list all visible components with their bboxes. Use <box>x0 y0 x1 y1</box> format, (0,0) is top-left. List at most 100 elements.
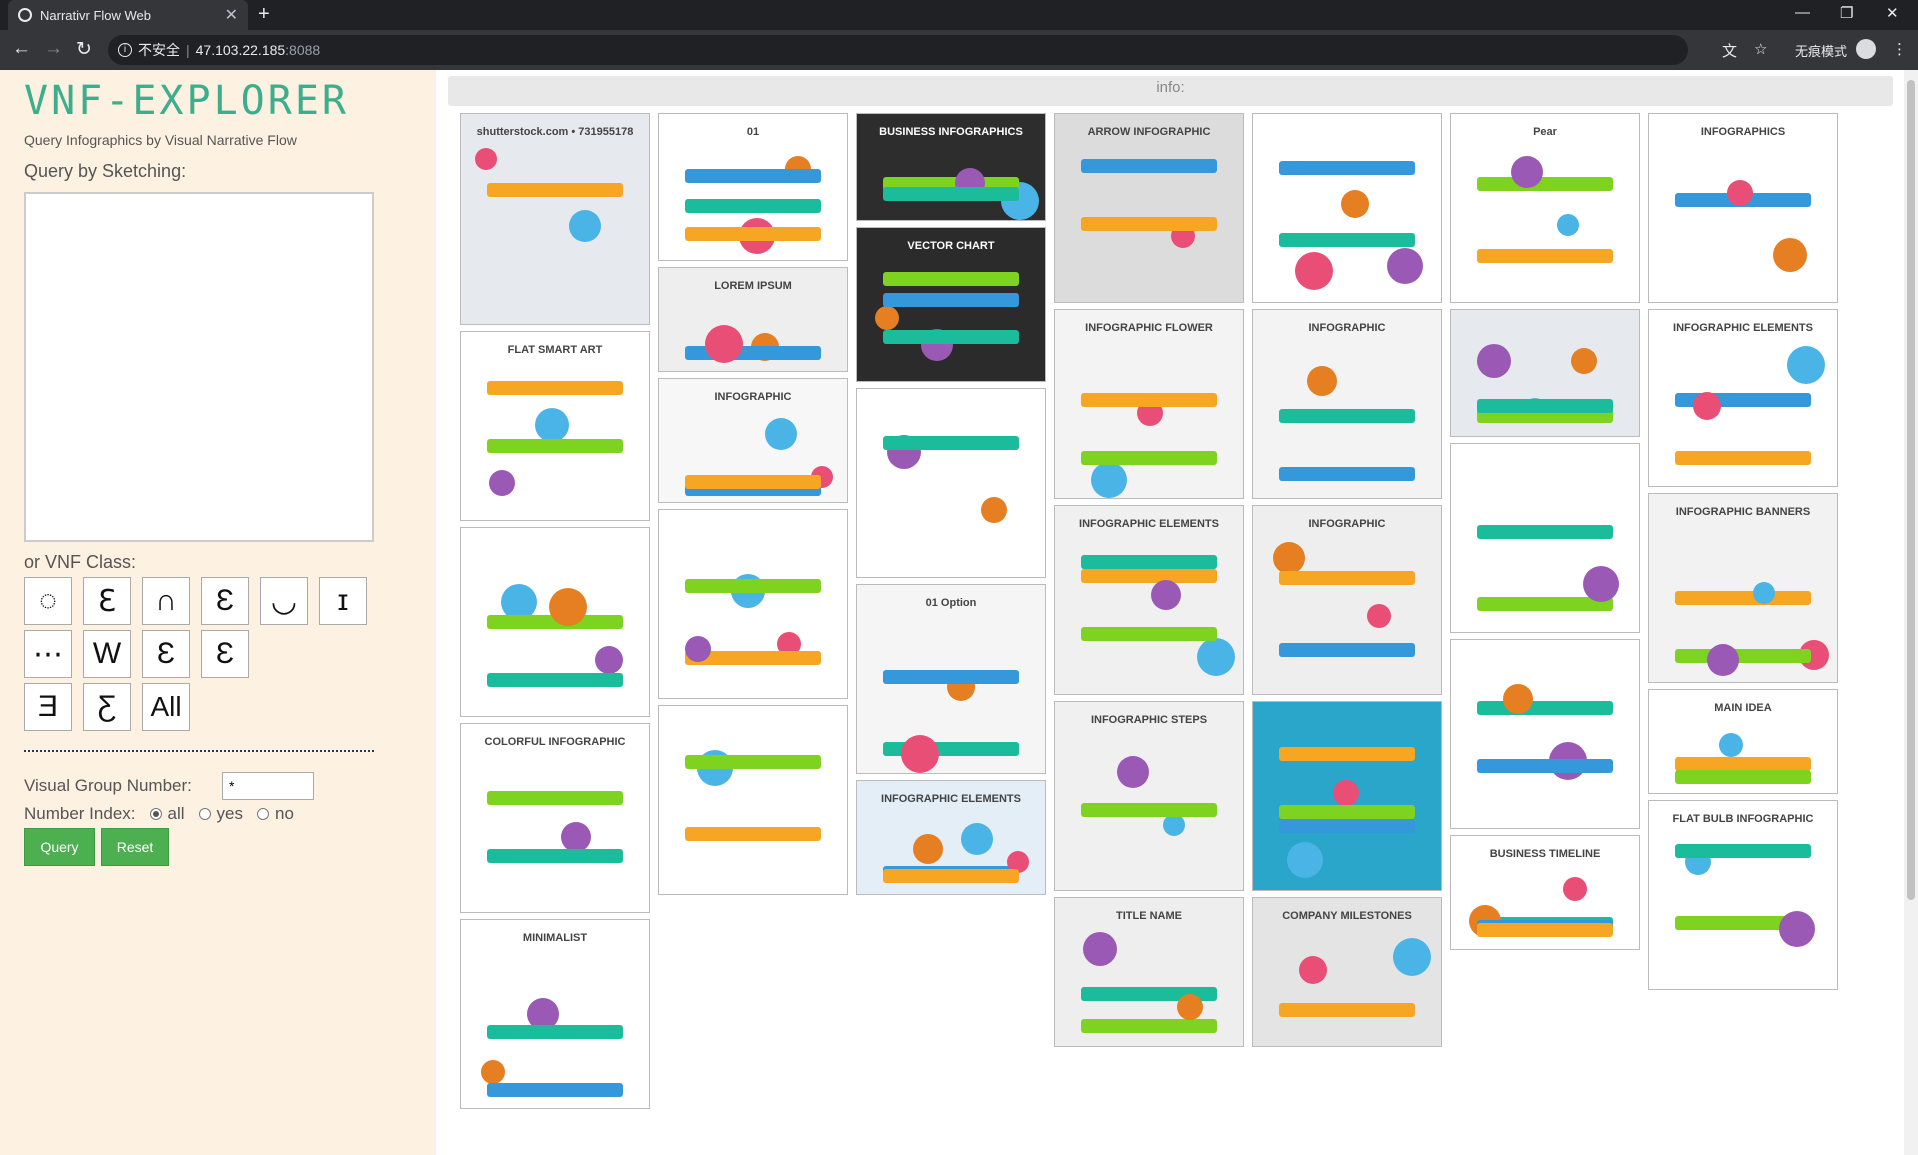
vnf-class-button[interactable]: Ɛ <box>201 630 249 678</box>
scrollbar-thumb[interactable] <box>1907 80 1915 900</box>
number-index-row: Number Index: all yes no <box>24 804 294 824</box>
infographic-thumbnail[interactable] <box>1450 443 1640 633</box>
group-number-input[interactable] <box>222 772 314 800</box>
browser-tab[interactable]: Narrativr Flow Web ✕ <box>8 0 248 30</box>
incognito-icon[interactable] <box>1856 39 1876 59</box>
infographic-thumbnail[interactable]: INFOGRAPHIC FLOWER <box>1054 309 1244 499</box>
menu-icon[interactable]: ⋮ <box>1892 40 1907 58</box>
divider <box>24 750 374 752</box>
infographic-band-shape <box>1477 249 1613 263</box>
infographic-thumbnail[interactable]: INFOGRAPHIC <box>1252 505 1442 695</box>
infographic-circle-shape <box>1091 462 1127 498</box>
infographic-thumbnail[interactable]: MINIMALIST <box>460 919 650 1109</box>
forward-icon[interactable]: → <box>44 38 63 60</box>
window-close-icon[interactable]: ✕ <box>1886 4 1899 22</box>
infographic-thumbnail[interactable]: FLAT SMART ART <box>460 331 650 521</box>
infographic-circle-shape <box>1387 248 1423 284</box>
query-button[interactable]: Query <box>24 828 95 866</box>
vnf-class-button[interactable]: W <box>83 630 131 678</box>
infographic-thumbnail[interactable] <box>1450 309 1640 437</box>
infographic-thumbnail[interactable] <box>460 527 650 717</box>
minimize-icon[interactable]: — <box>1795 4 1810 21</box>
infographic-thumbnail[interactable]: TITLE NAME <box>1054 897 1244 1047</box>
translate-icon[interactable]: 文 <box>1722 40 1737 61</box>
index-no-radio[interactable] <box>256 808 269 820</box>
infographic-thumbnail[interactable]: INFOGRAPHIC ELEMENTS <box>1648 309 1838 487</box>
infographic-band-shape <box>1279 643 1415 657</box>
infographic-thumbnail[interactable]: shutterstock.com • 731955178 <box>460 113 650 325</box>
infographic-thumbnail[interactable]: BUSINESS TIMELINE <box>1450 835 1640 950</box>
infographic-band-shape <box>487 791 623 805</box>
incognito-label[interactable]: 无痕模式 <box>1795 41 1847 60</box>
infographic-thumbnail[interactable]: 01 Option <box>856 584 1046 774</box>
reload-icon[interactable]: ↻ <box>76 38 92 61</box>
vnf-class-button[interactable]: Ɛ <box>142 630 190 678</box>
infographic-thumbnail[interactable]: BUSINESS INFOGRAPHICS <box>856 113 1046 221</box>
infographic-band-shape <box>487 849 623 863</box>
infographic-thumbnail[interactable] <box>658 705 848 895</box>
infographic-thumbnail[interactable]: INFOGRAPHIC BANNERS <box>1648 493 1838 683</box>
vnf-class-button[interactable]: ◌ <box>24 577 72 625</box>
reset-button[interactable]: Reset <box>101 828 169 866</box>
infographic-thumbnail[interactable]: VECTOR CHART <box>856 227 1046 382</box>
bookmark-star-icon[interactable]: ☆ <box>1754 40 1767 58</box>
infographic-thumbnail[interactable]: INFOGRAPHICS <box>1648 113 1838 303</box>
sketch-canvas[interactable] <box>24 192 374 542</box>
back-icon[interactable]: ← <box>12 38 31 60</box>
address-bar[interactable]: i 不安全 | 47.103.22.185 :8088 <box>108 35 1688 65</box>
infographic-circle-shape <box>1511 156 1543 188</box>
index-all-radio[interactable] <box>149 808 162 820</box>
thumbnail-caption: COLORFUL INFOGRAPHIC <box>484 736 626 748</box>
infographic-thumbnail[interactable]: INFOGRAPHIC STEPS <box>1054 701 1244 891</box>
infographic-thumbnail[interactable]: MAIN IDEA <box>1648 689 1838 794</box>
infographic-thumbnail[interactable] <box>658 509 848 699</box>
infographic-thumbnail[interactable]: COLORFUL INFOGRAPHIC <box>460 723 650 913</box>
vnf-class-all-button[interactable]: All <box>142 683 190 731</box>
infographic-band-shape <box>487 381 623 395</box>
infographic-thumbnail[interactable]: FLAT BULB INFOGRAPHIC <box>1648 800 1838 990</box>
new-tab-icon[interactable]: + <box>258 3 270 26</box>
thumbnail-caption: INFOGRAPHICS <box>1700 126 1786 138</box>
infographic-circle-shape <box>1083 932 1117 966</box>
infographic-circle-shape <box>569 210 601 242</box>
infographic-thumbnail[interactable] <box>856 388 1046 578</box>
index-yes-radio[interactable] <box>198 808 211 820</box>
app-title: VNF-EXPLORER <box>24 78 349 124</box>
vnf-class-button[interactable]: ℇ <box>83 577 131 625</box>
vnf-class-button[interactable]: Ǝ <box>24 683 72 731</box>
vnf-class-button[interactable]: ⋯ <box>24 630 72 678</box>
vnf-class-button[interactable]: ɪ <box>319 577 367 625</box>
infographic-thumbnail[interactable]: INFOGRAPHIC ELEMENTS <box>856 780 1046 895</box>
infographic-circle-shape <box>1787 346 1825 384</box>
infographic-band-shape <box>685 227 821 241</box>
vnf-class-button[interactable]: ∩ <box>142 577 190 625</box>
thumbnail-caption: FLAT SMART ART <box>507 344 603 356</box>
vnf-class-button[interactable]: Ƹ <box>83 683 131 731</box>
infographic-thumbnail[interactable] <box>1252 701 1442 891</box>
infographic-circle-shape <box>481 1060 505 1084</box>
infographic-thumbnail[interactable]: INFOGRAPHIC ELEMENTS <box>1054 505 1244 695</box>
infographic-thumbnail[interactable]: INFOGRAPHIC <box>1252 309 1442 499</box>
infographic-circle-shape <box>981 497 1007 523</box>
thumbnail-caption: INFOGRAPHIC <box>714 391 792 403</box>
infographic-circle-shape <box>1299 956 1327 984</box>
infographic-thumbnail[interactable]: Pear <box>1450 113 1640 303</box>
scrollbar[interactable] <box>1904 70 1918 1155</box>
restore-icon[interactable]: ❐ <box>1840 4 1853 22</box>
info-icon[interactable]: i <box>118 43 132 57</box>
infographic-circle-shape <box>1563 877 1587 901</box>
infographic-thumbnail[interactable]: LOREM IPSUM <box>658 267 848 372</box>
infographic-band-shape <box>883 330 1019 344</box>
infographic-thumbnail[interactable]: ARROW INFOGRAPHIC <box>1054 113 1244 303</box>
infographic-band-shape <box>1477 399 1613 413</box>
infographic-thumbnail[interactable] <box>1450 639 1640 829</box>
tab-close-icon[interactable]: ✕ <box>225 5 238 25</box>
infographic-band-shape <box>883 869 1019 883</box>
infographic-thumbnail[interactable]: INFOGRAPHIC <box>658 378 848 503</box>
vnf-class-button[interactable]: Ɛ <box>201 577 249 625</box>
infographic-thumbnail[interactable]: COMPANY MILESTONES <box>1252 897 1442 1047</box>
infographic-thumbnail[interactable]: 01 <box>658 113 848 261</box>
index-all-label: all <box>167 804 185 823</box>
vnf-class-button[interactable]: ◡ <box>260 577 308 625</box>
infographic-thumbnail[interactable] <box>1252 113 1442 303</box>
